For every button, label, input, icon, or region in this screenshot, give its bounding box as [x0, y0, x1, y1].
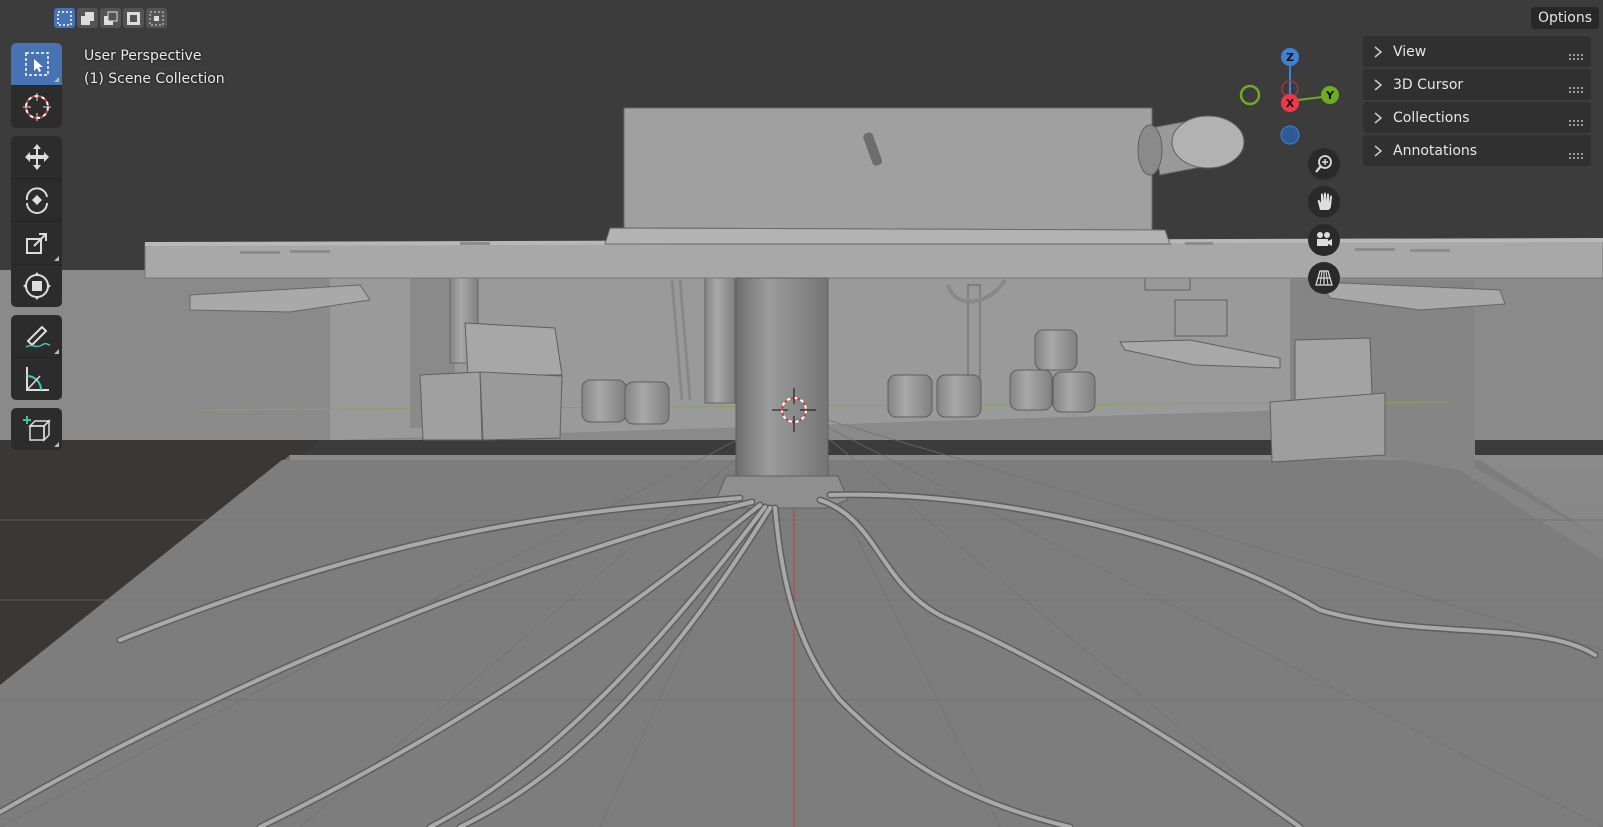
- chevron-right-icon: [1373, 144, 1387, 157]
- floor-main: [0, 460, 1603, 827]
- cursor-tool[interactable]: [11, 86, 62, 128]
- chevron-right-icon: [1373, 78, 1387, 91]
- panel-3d-cursor[interactable]: 3D Cursor: [1363, 69, 1591, 100]
- select-extend-icon[interactable]: [77, 8, 98, 28]
- move-tool[interactable]: [11, 136, 62, 179]
- scene-collection-label: (1) Scene Collection: [84, 71, 225, 87]
- axis-gizmo[interactable]: Z Y X: [1220, 42, 1340, 152]
- annotate-tool[interactable]: [11, 315, 62, 358]
- tool-group-transform: [11, 136, 62, 307]
- tool-variants-marker: [54, 442, 59, 447]
- tool-group-select: [11, 43, 62, 128]
- drag-grip-icon[interactable]: [1569, 81, 1583, 97]
- select-new-icon[interactable]: [54, 8, 75, 28]
- options-button[interactable]: Options: [1530, 7, 1599, 29]
- select-mode-bar: [54, 8, 167, 28]
- measure-icon: [25, 367, 49, 391]
- panel-label: 3D Cursor: [1393, 76, 1464, 93]
- tool-variants-marker: [54, 77, 59, 82]
- add-cube-tool[interactable]: [11, 408, 62, 450]
- rotate-icon: [25, 187, 48, 214]
- pan-button[interactable]: [1308, 186, 1340, 218]
- sidebar-panels: View 3D Cursor Collections Annotations: [1363, 36, 1591, 168]
- measure-tool[interactable]: [11, 358, 62, 400]
- viewport-info: User Perspective (1) Scene Collection: [84, 45, 225, 91]
- hand-icon: [1317, 192, 1332, 210]
- tool-group-annotate: [11, 315, 62, 400]
- tool-shelf: [11, 43, 62, 458]
- transform-icon: [22, 272, 51, 300]
- central-pillar: [735, 277, 829, 484]
- select-box-icon: [24, 52, 49, 76]
- panel-annotations[interactable]: Annotations: [1363, 135, 1591, 166]
- back-pipe-mid: [704, 277, 736, 404]
- y-axis-label: Y: [1325, 89, 1335, 102]
- camera-view-button[interactable]: [1308, 224, 1340, 256]
- neg-y-axis-icon[interactable]: [1239, 84, 1261, 106]
- select-invert-icon[interactable]: [123, 8, 144, 28]
- cursor-icon: [22, 93, 51, 121]
- x-axis-label: X: [1286, 97, 1295, 110]
- scale-tool[interactable]: [11, 222, 62, 265]
- panel-label: Annotations: [1393, 142, 1478, 159]
- drag-grip-icon[interactable]: [1569, 147, 1583, 163]
- zoom-button[interactable]: [1308, 148, 1340, 180]
- panel-label: Collections: [1393, 109, 1470, 126]
- panel-view[interactable]: View: [1363, 36, 1591, 67]
- tool-variants-marker: [54, 256, 59, 261]
- barrels-left: [581, 379, 670, 425]
- tool-variants-marker: [54, 349, 59, 354]
- scale-icon: [25, 233, 47, 254]
- z-axis-label: Z: [1286, 51, 1294, 64]
- panel-label: View: [1393, 43, 1427, 60]
- zoom-icon: [1315, 155, 1332, 173]
- view-name: User Perspective: [84, 48, 202, 64]
- select-subtract-icon[interactable]: [100, 8, 121, 28]
- select-box-tool[interactable]: [11, 43, 62, 86]
- panel-collections[interactable]: Collections: [1363, 102, 1591, 133]
- add-cube-icon: [22, 416, 51, 442]
- neg-z-axis-icon[interactable]: [1280, 125, 1300, 145]
- camera-icon: [1317, 232, 1332, 246]
- perspective-toggle-button[interactable]: [1308, 262, 1340, 294]
- move-icon: [24, 144, 49, 170]
- tool-group-add: [11, 408, 62, 450]
- drag-grip-icon[interactable]: [1569, 48, 1583, 64]
- 3d-viewport[interactable]: Options User Perspective (1) Scene Colle…: [0, 0, 1603, 827]
- chevron-right-icon: [1373, 111, 1387, 124]
- chevron-right-icon: [1373, 45, 1387, 58]
- grid-perspective-icon: [1315, 270, 1333, 286]
- back-panel-lip: [604, 227, 1171, 245]
- transform-tool[interactable]: [11, 265, 62, 307]
- annotate-icon: [25, 325, 50, 348]
- tabletop-slab: [144, 239, 1603, 279]
- back-panel: [623, 107, 1153, 231]
- navigation-gizmo[interactable]: Z Y X: [1220, 42, 1340, 152]
- select-intersect-icon[interactable]: [146, 8, 167, 28]
- drag-grip-icon[interactable]: [1569, 114, 1583, 130]
- rotate-tool[interactable]: [11, 179, 62, 222]
